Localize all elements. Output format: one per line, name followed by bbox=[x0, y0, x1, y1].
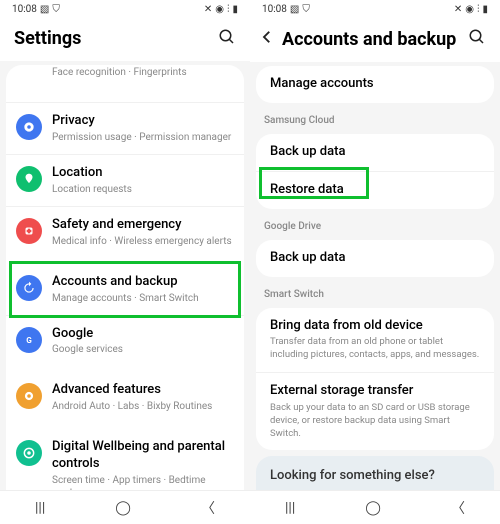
header: Settings bbox=[0, 18, 250, 61]
bring-data-from-old-device[interactable]: Bring data from old deviceTransfer data … bbox=[256, 308, 494, 374]
nav-back[interactable]: 〈 bbox=[451, 498, 465, 518]
status-bar: 10:08▧⛉ ✕◉⫶▮ bbox=[0, 0, 250, 18]
back-button[interactable] bbox=[258, 28, 276, 50]
item-title: Advanced features bbox=[52, 382, 232, 399]
item-title: External storage transfer bbox=[270, 383, 480, 400]
back-up-data[interactable]: Back up data bbox=[256, 240, 494, 277]
settings-item-privacy[interactable]: PrivacyPermission usagePermission manage… bbox=[6, 103, 244, 155]
item-subtitle: Android AutoLabsBixby Routines bbox=[52, 400, 232, 413]
nav-recent[interactable]: ||| bbox=[35, 500, 45, 516]
settings-item-accounts-and-backup[interactable]: Accounts and backupManage accountsSmart … bbox=[6, 264, 244, 316]
search-icon[interactable] bbox=[218, 28, 236, 50]
nav-home[interactable]: ◯ bbox=[115, 500, 131, 516]
item-subtitle: Screen timeApp timersBedtime mode bbox=[52, 474, 232, 490]
page-title: Settings bbox=[14, 28, 236, 49]
external-storage-transfer[interactable]: External storage transfer Back up your da… bbox=[256, 373, 494, 450]
item-subtitle: Location requests bbox=[52, 183, 232, 196]
status-bar: 10:08▧⛉ ✕◉⫶▮ bbox=[250, 0, 500, 18]
item-title: Google bbox=[52, 326, 232, 343]
item-subtitle: Medical infoWireless emergency alerts bbox=[52, 235, 232, 248]
item-subtitle: Permission usagePermission manager bbox=[52, 131, 232, 144]
item-title: Digital Wellbeing and parental controls bbox=[52, 439, 232, 473]
mute-icon: ✕ bbox=[454, 4, 462, 15]
manage-accounts[interactable]: Manage accounts bbox=[256, 66, 494, 103]
section-header: Samsung Cloud bbox=[250, 107, 500, 130]
nav-bar: ||| ◯ 〈 bbox=[0, 490, 250, 524]
status-time: 10:08 bbox=[12, 4, 37, 15]
signal-icon: ⫶ bbox=[477, 4, 480, 15]
item-title: Location bbox=[52, 165, 232, 182]
sync-icon bbox=[16, 275, 42, 301]
item-subtitle: Face recognitionFingerprints bbox=[52, 66, 232, 79]
mute-icon: ✕ bbox=[204, 4, 212, 15]
safety-icon bbox=[16, 218, 42, 244]
settings-item-digital-wellbeing-and-parental-controls[interactable]: Digital Wellbeing and parental controlsS… bbox=[6, 429, 244, 490]
item-description: Back up your data to an SD card or USB s… bbox=[270, 402, 480, 440]
item-title: Bring data from old device bbox=[270, 318, 480, 335]
shield-icon: ⛉ bbox=[302, 4, 310, 15]
nav-home[interactable]: ◯ bbox=[365, 500, 381, 516]
item-title: Privacy bbox=[52, 113, 232, 130]
search-icon[interactable] bbox=[468, 28, 486, 50]
settings-item-advanced-features[interactable]: Advanced featuresAndroid AutoLabsBixby R… bbox=[6, 372, 244, 423]
back-up-data[interactable]: Back up data bbox=[256, 134, 494, 172]
gear-icon bbox=[16, 383, 42, 409]
battery-icon: ▮ bbox=[232, 4, 238, 15]
item-title: Accounts and backup bbox=[52, 274, 232, 291]
settings-item-biometrics[interactable]: Face recognitionFingerprints bbox=[6, 65, 244, 103]
status-time: 10:08 bbox=[262, 4, 287, 15]
item-description: Transfer data from an old phone or table… bbox=[270, 336, 480, 362]
item-subtitle: Manage accountsSmart Switch bbox=[52, 292, 232, 305]
google-icon: G bbox=[16, 327, 42, 353]
settings-item-google[interactable]: G GoogleGoogle services bbox=[6, 316, 244, 367]
suggestion-heading: Looking for something else? bbox=[270, 468, 480, 483]
battery-icon: ▮ bbox=[482, 4, 488, 15]
notif-icon: ▧ bbox=[290, 4, 299, 15]
location-icon bbox=[16, 166, 42, 192]
item-title: Safety and emergency bbox=[52, 217, 232, 234]
settings-item-location[interactable]: LocationLocation requests bbox=[6, 155, 244, 207]
wifi-icon: ◉ bbox=[215, 4, 224, 15]
restore-data[interactable]: Restore data bbox=[256, 172, 494, 209]
wifi-icon: ◉ bbox=[465, 4, 474, 15]
page-title: Accounts and backup bbox=[282, 29, 486, 50]
svg-text:G: G bbox=[26, 334, 32, 344]
suggestion-card: Looking for something else?ResetSamsung … bbox=[256, 456, 494, 490]
item-title: Back up data bbox=[270, 250, 480, 267]
item-title: Restore data bbox=[270, 182, 480, 199]
header: Accounts and backup bbox=[250, 18, 500, 62]
privacy-icon bbox=[16, 114, 42, 140]
nav-recent[interactable]: ||| bbox=[285, 500, 295, 516]
nav-bar: ||| ◯ 〈 bbox=[250, 490, 500, 524]
notif-icon: ▧ bbox=[40, 4, 49, 15]
section-header: Smart Switch bbox=[250, 281, 500, 304]
item-title: Manage accounts bbox=[270, 76, 480, 93]
item-subtitle: Google services bbox=[52, 343, 232, 356]
section-header: Google Drive bbox=[250, 213, 500, 236]
shield-icon: ⛉ bbox=[52, 4, 60, 15]
item-title: Back up data bbox=[270, 144, 480, 161]
wellbeing-icon bbox=[16, 440, 42, 466]
signal-icon: ⫶ bbox=[227, 4, 230, 15]
settings-item-safety-and-emergency[interactable]: Safety and emergencyMedical infoWireless… bbox=[6, 207, 244, 258]
nav-back[interactable]: 〈 bbox=[201, 498, 215, 518]
